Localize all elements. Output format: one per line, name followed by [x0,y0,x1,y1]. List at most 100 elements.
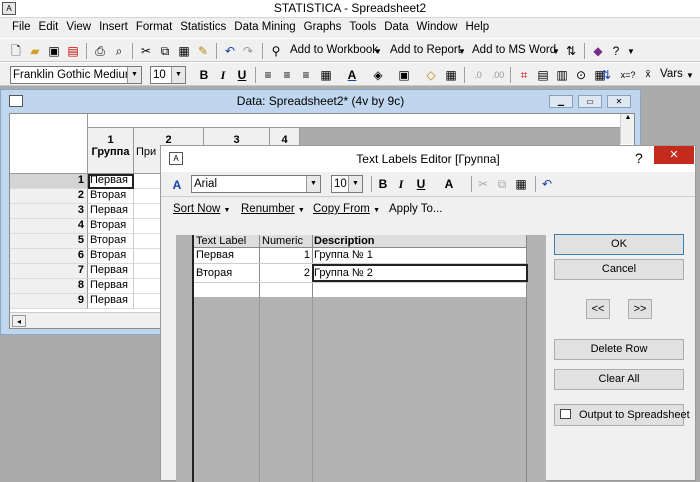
menu-view[interactable]: View [62,18,95,36]
close-button[interactable]: ✕ [654,146,694,164]
pdf-icon[interactable]: ▤ [65,43,81,59]
font-select[interactable]: Franklin Gothic Medium ▼ [10,66,142,84]
clear-all-button[interactable]: Clear All [554,369,684,390]
undo-icon[interactable]: ↶ [539,176,555,192]
fill-color-icon[interactable]: ◈ [370,67,386,83]
spreadsheet-icon[interactable] [9,95,23,107]
menu-tools[interactable]: Tools [345,18,380,36]
whats-this-icon[interactable]: ? [608,43,624,59]
gridlines-icon[interactable]: ▦ [443,67,459,83]
row-header[interactable]: 2 [10,189,88,204]
bold-icon[interactable]: B [375,176,391,192]
merge-icon[interactable]: ▦ [318,67,334,83]
table-cell[interactable]: Первая [88,264,134,279]
row-header[interactable]: 9 [10,294,88,309]
sort-now-menu[interactable]: Sort Now ▼ [173,203,230,215]
sort-az-icon[interactable]: ⇅ [598,67,614,83]
row-header[interactable]: 6 [10,249,88,264]
italic-icon[interactable]: I [393,176,409,192]
row1-description[interactable]: Группа № 1 [314,249,373,261]
new-icon[interactable]: 🗋 [8,43,24,59]
print-icon[interactable]: ⎙ [92,43,108,59]
row1-numeric[interactable]: 1 [262,249,310,261]
sort-icon[interactable]: ⇅ [563,43,579,59]
table-cell[interactable]: Первая [88,279,134,294]
cancel-button[interactable]: Cancel [554,259,684,280]
next-button[interactable]: >> [628,299,652,319]
row-header[interactable]: 1 [10,174,88,189]
row2-text-label[interactable]: Вторая [196,267,232,279]
menu-edit[interactable]: Edit [35,18,63,36]
table-cell[interactable]: Вторая [88,249,134,264]
add-to-ms-word-dropdown-icon[interactable]: ▼ [552,47,560,56]
menu-file[interactable]: File [8,18,35,36]
table-cell[interactable]: Первая [88,204,134,219]
output-to-spreadsheet-button[interactable]: Output to Spreadsheet [554,404,690,426]
clear-format-icon[interactable]: ◇ [423,67,439,83]
row-header[interactable]: 4 [10,219,88,234]
decimal-increase-icon[interactable]: .0 [470,67,486,83]
previous-button[interactable]: << [586,299,610,319]
menu-format[interactable]: Format [132,18,176,36]
decimal-decrease-icon[interactable]: .00 [490,67,506,83]
vars-menu[interactable]: Vars [660,68,683,80]
variables-icon[interactable]: ⌗ [516,67,532,83]
close-button[interactable]: ✕ [607,95,631,108]
menu-insert[interactable]: Insert [95,18,132,36]
menu-data[interactable]: Data [380,18,412,36]
dialog-size-select[interactable]: 10 ▼ [331,175,363,193]
corner-cell[interactable] [10,114,88,174]
add-to-report-dropdown-icon[interactable]: ▼ [458,47,466,56]
row2-numeric[interactable]: 2 [262,267,310,279]
underline-icon[interactable]: U [234,67,250,83]
row-header[interactable]: 7 [10,264,88,279]
dialog-font-select[interactable]: Arial ▼ [191,175,321,193]
align-center-icon[interactable]: ≡ [279,67,295,83]
help-button[interactable]: ? [635,150,643,166]
table-cell[interactable]: Первая [88,294,134,309]
ok-button[interactable]: OK [554,234,684,255]
copy-icon[interactable]: ⧉ [494,176,510,192]
menu-graphs[interactable]: Graphs [300,18,346,36]
column-header-1[interactable]: 1 Группа [88,128,134,174]
paste-icon[interactable]: ▦ [513,176,529,192]
labels-table[interactable]: Text Label Numeric Description Первая 1 … [176,235,546,482]
bold-icon[interactable]: B [196,67,212,83]
binoculars-icon[interactable]: ⚲ [268,43,284,59]
toolbar-options-icon[interactable]: ▼ [627,47,635,56]
font-color-icon[interactable]: A [344,67,360,83]
vertical-scrollbar[interactable]: ▲ [620,114,634,144]
menu-data-mining[interactable]: Data Mining [230,18,299,36]
table-cell[interactable]: Первая [88,174,134,189]
cut-icon[interactable]: ✂ [475,176,491,192]
italic-icon[interactable]: I [215,67,231,83]
minimize-button[interactable]: ▁ [549,95,573,108]
undo-icon[interactable]: ↶ [222,43,238,59]
help-book-icon[interactable]: ◆ [590,43,606,59]
cut-icon[interactable]: ✂ [138,43,154,59]
table-cell[interactable]: Вторая [88,189,134,204]
apply-to-button[interactable]: Apply To... [389,203,443,215]
paste-icon[interactable]: ▦ [176,43,192,59]
stats-icon[interactable]: x̄ [640,67,656,83]
copy-from-menu[interactable]: Copy From ▼ [313,203,380,215]
align-left-icon[interactable]: ≡ [260,67,276,83]
redo-icon[interactable]: ↷ [240,43,256,59]
row-header[interactable]: 3 [10,204,88,219]
underline-icon[interactable]: U [413,176,429,192]
font-color-icon[interactable]: A [441,176,457,192]
format-painter-icon[interactable]: ✎ [195,43,211,59]
font-icon[interactable]: A [169,177,185,193]
scroll-up-icon[interactable]: ▲ [621,114,634,121]
renumber-menu[interactable]: Renumber ▼ [241,203,305,215]
menu-statistics[interactable]: Statistics [176,18,230,36]
scroll-left-icon[interactable]: ◂ [12,315,26,327]
add-to-workbook-button[interactable]: Add to Workbook [290,44,378,56]
compare-icon[interactable]: x=? [620,67,636,83]
row2-description[interactable]: Группа № 2 [314,267,373,279]
open-icon[interactable]: ▰ [27,43,43,59]
lock-icon[interactable]: ⊙ [573,67,589,83]
delete-row-button[interactable]: Delete Row [554,339,684,360]
add-to-ms-word-button[interactable]: Add to MS Word [472,44,556,56]
row-header[interactable]: 5 [10,234,88,249]
